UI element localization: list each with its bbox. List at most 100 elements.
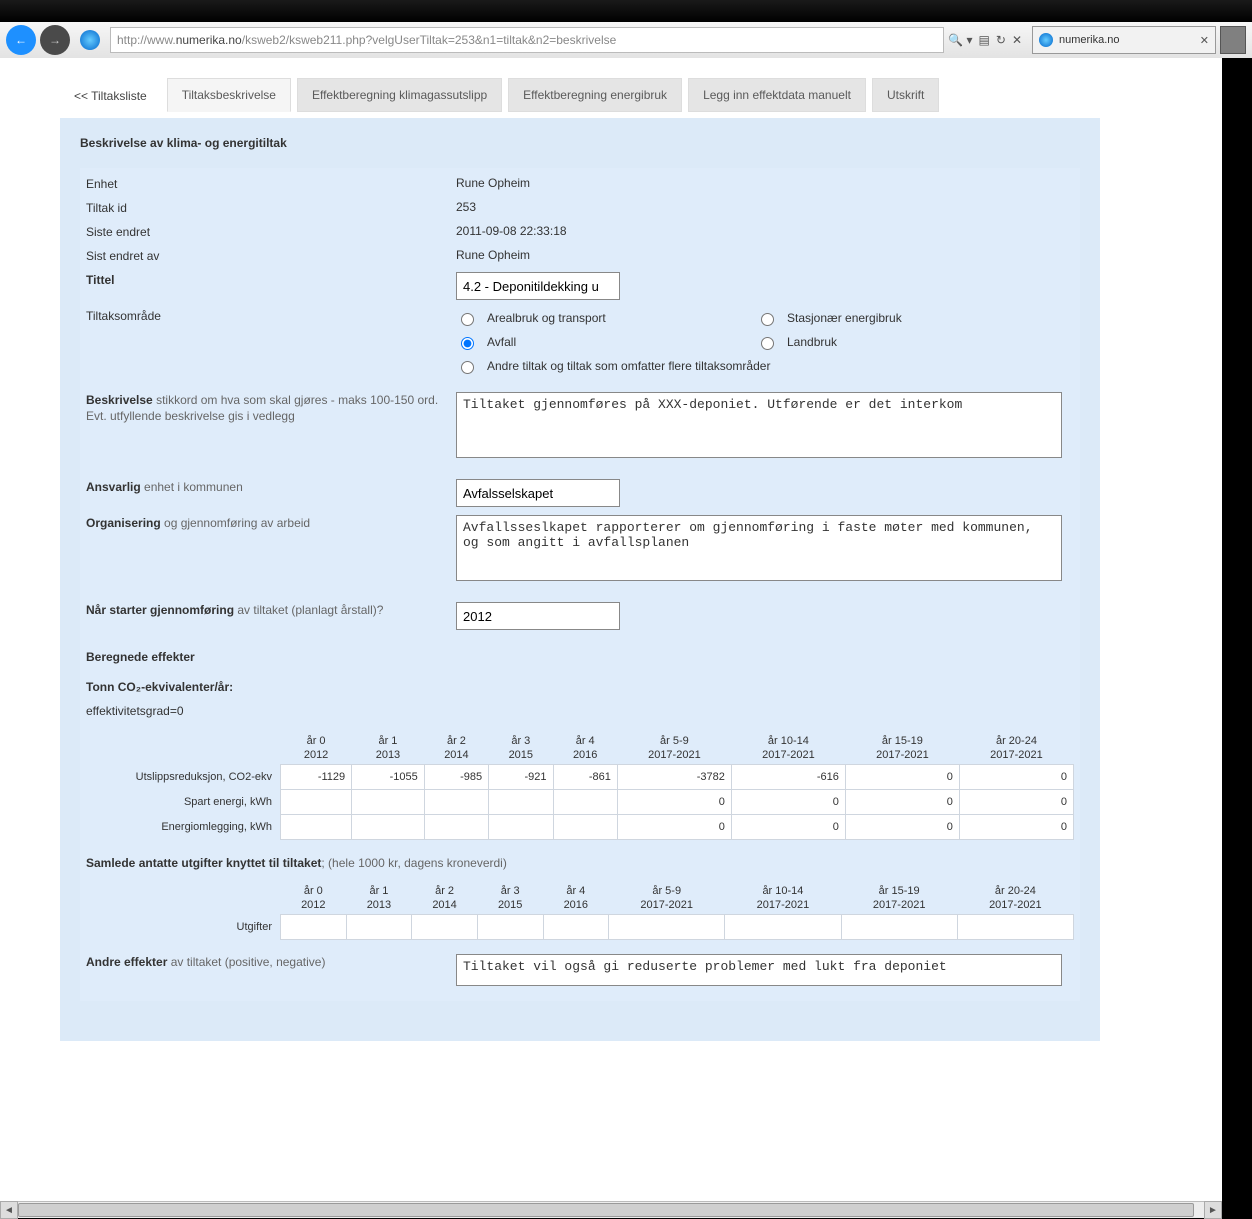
table-cell[interactable] — [841, 915, 957, 940]
table-cell[interactable]: -921 — [489, 765, 553, 790]
table-cell[interactable] — [543, 915, 609, 940]
table-cell[interactable] — [957, 915, 1073, 940]
radio-arealbruk-label: Arealbruk og transport — [487, 311, 606, 325]
stop-icon[interactable]: ✕ — [1012, 33, 1022, 47]
app-tabs: << Tiltaksliste Tiltaksbeskrivelse Effek… — [60, 78, 1222, 112]
scroll-track[interactable] — [18, 1202, 1204, 1218]
horizontal-scrollbar[interactable]: ◄ ► — [0, 1201, 1222, 1218]
radio-andre[interactable]: Andre tiltak og tiltak som omfatter fler… — [456, 358, 1036, 374]
scroll-thumb[interactable] — [18, 1203, 1194, 1217]
tab-close-icon[interactable]: ✕ — [1200, 34, 1209, 47]
radio-arealbruk[interactable]: Arealbruk og transport — [456, 310, 736, 326]
table-cell[interactable] — [424, 815, 488, 840]
label-tiltaksomrade: Tiltaksområde — [86, 308, 456, 324]
url-host: numerika.no — [176, 33, 242, 47]
table-cell[interactable] — [281, 815, 352, 840]
titlebar — [0, 0, 1252, 22]
label-siste-endret: Siste endret — [86, 224, 456, 240]
browser-window: ← → http://www.numerika.no/ksweb2/ksweb2… — [0, 0, 1252, 1218]
url-prefix: http://www. — [117, 33, 176, 47]
refresh-icon[interactable]: ↻ — [996, 33, 1006, 47]
tab-utskrift[interactable]: Utskrift — [872, 78, 939, 112]
tittel-input[interactable] — [456, 272, 620, 300]
andre-textarea[interactable] — [456, 954, 1062, 986]
radio-stasjonaer-label: Stasjonær energibruk — [787, 311, 902, 325]
organisering-textarea[interactable] — [456, 515, 1062, 581]
table-cell[interactable]: -1129 — [281, 765, 352, 790]
table-cell[interactable] — [346, 915, 412, 940]
table-row-label: Utslippsreduksjon, CO2-ekv — [86, 765, 281, 790]
table-cell[interactable]: 0 — [731, 815, 845, 840]
table-cell[interactable]: -1055 — [352, 765, 425, 790]
form-body: Enhet Rune Opheim Tiltak id 253 Siste en… — [80, 168, 1080, 1001]
forward-button[interactable]: → — [40, 25, 70, 55]
beskrivelse-textarea[interactable] — [456, 392, 1062, 458]
search-icon[interactable]: 🔍 ▾ — [948, 33, 972, 47]
table-cell[interactable]: 0 — [617, 790, 731, 815]
compat-icon[interactable]: ▤ — [979, 33, 990, 47]
tab-effekt-energi[interactable]: Effektberegning energibruk — [508, 78, 682, 112]
address-bar[interactable]: http://www.numerika.no/ksweb2/ksweb211.p… — [110, 27, 944, 53]
new-tab-button[interactable] — [1220, 26, 1246, 54]
label-start: Når starter gjennomføring — [86, 603, 234, 617]
tab-effekt-klima[interactable]: Effektberegning klimagassutslipp — [297, 78, 502, 112]
table-cell[interactable]: 0 — [845, 765, 959, 790]
table-cell[interactable] — [352, 790, 425, 815]
table-cell[interactable]: 0 — [845, 790, 959, 815]
tab-tiltaksbeskrivelse[interactable]: Tiltaksbeskrivelse — [167, 78, 291, 112]
back-button[interactable]: ← — [6, 25, 36, 55]
table-row-label: Utgifter — [86, 915, 281, 940]
radio-andre-label: Andre tiltak og tiltak som omfatter fler… — [487, 359, 770, 373]
table-cell[interactable]: 0 — [731, 790, 845, 815]
table-cell[interactable] — [281, 790, 352, 815]
scroll-left-icon[interactable]: ◄ — [0, 1201, 18, 1219]
form-panel: Beskrivelse av klima- og energitiltak En… — [60, 118, 1100, 1041]
ie-logo-icon — [80, 30, 100, 50]
scroll-right-icon[interactable]: ► — [1204, 1201, 1222, 1219]
table-cell[interactable]: -985 — [424, 765, 488, 790]
table-cell[interactable] — [477, 915, 543, 940]
radio-landbruk-label: Landbruk — [787, 335, 837, 349]
table-cell[interactable] — [412, 915, 478, 940]
form-heading: Beskrivelse av klima- og energitiltak — [80, 136, 1080, 150]
effektivitetsgrad: effektivitetsgrad=0 — [86, 704, 1074, 718]
radio-landbruk[interactable]: Landbruk — [756, 334, 1036, 350]
table-cell[interactable]: -3782 — [617, 765, 731, 790]
table-cell[interactable] — [424, 790, 488, 815]
utgifter-table: år 02012år 12013år 22014år 32015år 42016… — [86, 882, 1074, 940]
table-cell[interactable]: 0 — [845, 815, 959, 840]
table-cell[interactable]: -616 — [731, 765, 845, 790]
section-tonn-co2: Tonn CO₂-ekvivalenter/år: — [86, 680, 1074, 694]
tab-legg-inn[interactable]: Legg inn effektdata manuelt — [688, 78, 866, 112]
table-cell[interactable] — [489, 790, 553, 815]
tab-title: numerika.no — [1059, 34, 1120, 46]
browser-tab[interactable]: numerika.no ✕ — [1032, 26, 1216, 54]
table-cell[interactable]: 0 — [959, 815, 1073, 840]
table-cell[interactable] — [489, 815, 553, 840]
table-cell[interactable]: 0 — [617, 815, 731, 840]
start-input[interactable] — [456, 602, 620, 630]
radio-avfall-label: Avfall — [487, 335, 516, 349]
tab-tiltaksliste[interactable]: << Tiltaksliste — [60, 80, 161, 112]
value-sist-endret-av: Rune Opheim — [456, 248, 1074, 262]
table-row-label: Spart energi, kWh — [86, 790, 281, 815]
table-cell[interactable] — [553, 815, 617, 840]
browser-toolbar: ← → http://www.numerika.no/ksweb2/ksweb2… — [0, 22, 1252, 58]
table-cell[interactable]: 0 — [959, 790, 1073, 815]
table-cell[interactable] — [609, 915, 725, 940]
table-cell[interactable]: 0 — [959, 765, 1073, 790]
value-tiltak-id: 253 — [456, 200, 1074, 214]
viewport: << Tiltaksliste Tiltaksbeskrivelse Effek… — [0, 58, 1222, 1218]
ansvarlig-input[interactable] — [456, 479, 620, 507]
radio-stasjonaer[interactable]: Stasjonær energibruk — [756, 310, 1036, 326]
table-cell[interactable] — [281, 915, 347, 940]
url-path: /ksweb2/ksweb211.php?velgUserTiltak=253&… — [242, 33, 617, 47]
label-organisering: Organisering — [86, 516, 161, 530]
table-cell[interactable] — [352, 815, 425, 840]
table-cell[interactable] — [725, 915, 841, 940]
page: << Tiltaksliste Tiltaksbeskrivelse Effek… — [0, 58, 1222, 1041]
table-cell[interactable]: -861 — [553, 765, 617, 790]
table-cell[interactable] — [553, 790, 617, 815]
radio-avfall[interactable]: Avfall — [456, 334, 736, 350]
label-enhet: Enhet — [86, 176, 456, 192]
